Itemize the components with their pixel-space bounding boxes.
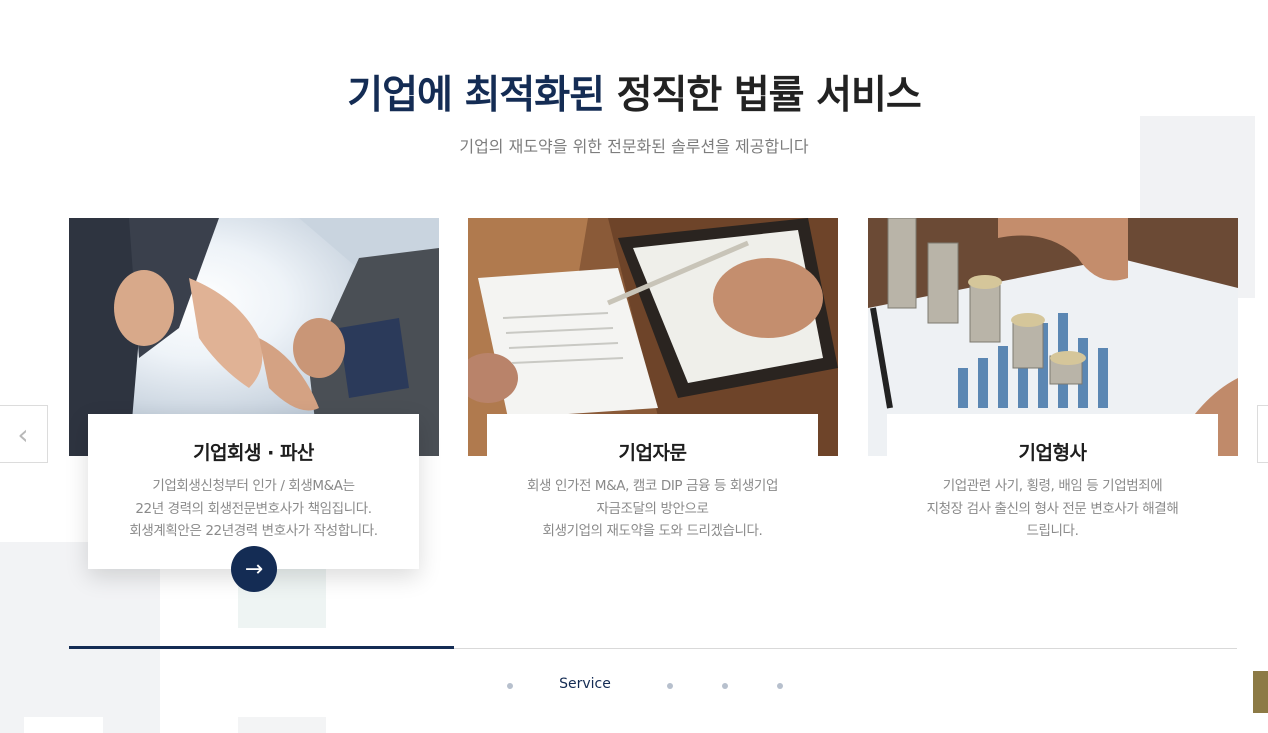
pagination-dot[interactable] — [722, 683, 728, 689]
description-line: 지청장 검사 출신의 형사 전문 변호사가 해결해 — [926, 500, 1179, 517]
arrow-right-icon: → — [244, 556, 264, 582]
service-card-title: 기업자문 — [618, 442, 687, 464]
description-line: 회생계획안은 22년경력 변호사가 작성합니다. — [129, 523, 378, 539]
service-card-panel: 기업형사 기업관련 사기, 횡령, 배임 등 기업범죄에 지청장 검사 출신의 … — [887, 414, 1218, 569]
description-line: 기업회생신청부터 인가 / 회생M&A는 — [152, 478, 355, 494]
description-line: 회생 인가전 M&A, 캠코 DIP 금융 등 회생기업 — [527, 478, 778, 494]
description-line: 드립니다. — [1026, 523, 1079, 539]
service-card-title: 기업회생 · 파산 — [193, 442, 314, 464]
decorative-block-bottom-b — [238, 717, 326, 733]
description-line: 22년 경력의 회생전문변호사가 책임집니다. — [135, 500, 372, 517]
section-title-accent: 기업에 최적화된 — [347, 73, 605, 118]
slider-next-button[interactable]: › — [1257, 405, 1268, 463]
description-line: 기업관련 사기, 횡령, 배임 등 기업범죄에 — [942, 478, 1163, 494]
decorative-block-bottom-a — [24, 717, 103, 733]
service-card-description: 기업회생신청부터 인가 / 회생M&A는 22년 경력의 회생전문변호사가 책임… — [88, 475, 419, 543]
description-line: 자금조달의 방안으로 — [596, 500, 709, 517]
section-title: 기업에 최적화된 정직한 법률 서비스 — [0, 64, 1268, 120]
decorative-block-left — [0, 542, 160, 733]
side-quick-tab[interactable] — [1253, 671, 1268, 713]
slider-progress-fill — [69, 646, 454, 649]
service-card-description: 회생 인가전 M&A, 캠코 DIP 금융 등 회생기업 자금조달의 방안으로 … — [487, 475, 818, 543]
description-line: 회생기업의 재도약을 도와 드리겠습니다. — [542, 523, 763, 539]
pagination-dot[interactable] — [667, 683, 673, 689]
service-card-panel: 기업자문 회생 인가전 M&A, 캠코 DIP 금융 등 회생기업 자금조달의 … — [487, 414, 818, 569]
pagination-dot[interactable] — [777, 683, 783, 689]
pagination-current-label[interactable]: Service — [545, 676, 625, 692]
chevron-left-icon: ‹ — [17, 417, 29, 451]
slider-pagination: Service — [0, 673, 1268, 697]
service-card-title: 기업형사 — [1018, 442, 1087, 464]
section-subtitle: 기업의 재도약을 위한 전문화된 솔루션을 제공합니다 — [459, 137, 809, 156]
section-title-rest: 정직한 법률 서비스 — [616, 73, 922, 118]
pagination-dot[interactable] — [507, 683, 513, 689]
service-card-description: 기업관련 사기, 횡령, 배임 등 기업범죄에 지청장 검사 출신의 형사 전문… — [887, 475, 1218, 543]
slider-prev-button[interactable]: ‹ — [0, 405, 48, 463]
view-more-button[interactable]: → — [231, 546, 277, 592]
